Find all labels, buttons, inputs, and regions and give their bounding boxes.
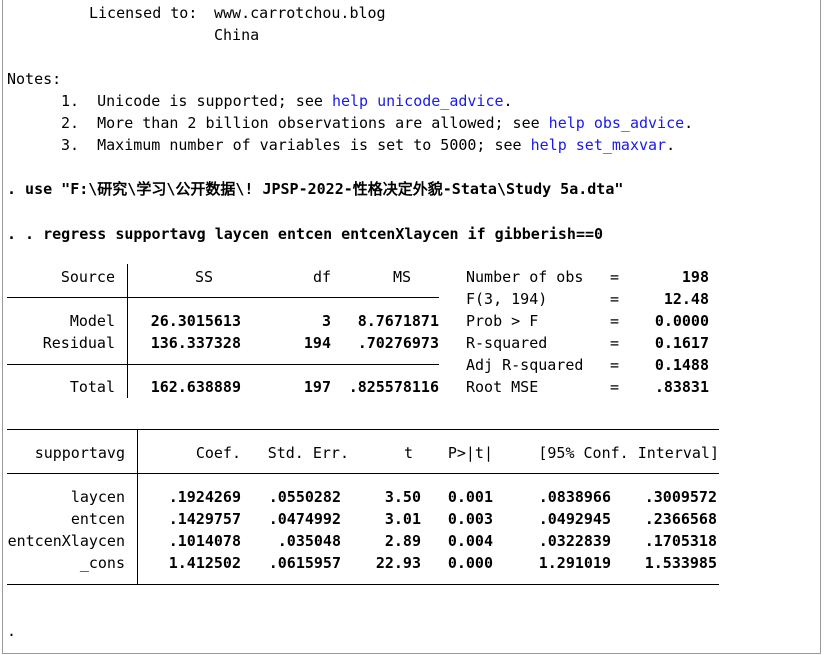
coef-ci-lo: 1.291019 [538, 554, 611, 572]
coef-se: .0474992 [268, 510, 341, 528]
coef-t: 3.01 [384, 510, 421, 528]
coef-var: entcen [70, 510, 125, 528]
license-site: www.carrotchou.blog [214, 4, 386, 22]
coef-p: 0.003 [447, 510, 493, 528]
coef-se: .0550282 [268, 488, 341, 506]
stat-eq: = [610, 312, 620, 330]
anova-total-ss: 162.638889 [150, 378, 241, 396]
results-window: Licensed to: www.carrotchou.blog China N… [2, 0, 821, 654]
stat-label: Root MSE [466, 378, 539, 396]
regress-command: . . regress supportavg laycen entcen ent… [7, 225, 604, 243]
anova-total-ms: .825578116 [348, 378, 439, 396]
anova-ss: 26.3015613 [150, 312, 241, 330]
stat-eq: = [610, 378, 620, 396]
coef-header-se: Std. Err. [267, 444, 349, 462]
note-number: 1. [61, 92, 80, 110]
coef-t: 2.89 [384, 532, 421, 550]
stat-value: 12.48 [663, 290, 709, 308]
use-command: . use "F:\研究\学习\公开数据\! JPSP-2022-性格决定外貌-… [7, 180, 624, 198]
coef-value: .1429757 [168, 510, 241, 528]
stat-value: 0.1488 [654, 356, 709, 374]
note-text: Maximum number of variables is set to 50… [97, 136, 522, 154]
note-text: Unicode is supported; see [97, 92, 323, 110]
stat-value: 198 [681, 268, 709, 286]
coef-p: 0.000 [447, 554, 493, 572]
coef-var: laycen [70, 488, 125, 506]
stat-eq: = [610, 334, 620, 352]
coef-value: .1924269 [168, 488, 241, 506]
help-link[interactable]: help set_maxvar [531, 136, 666, 154]
help-link[interactable]: help obs_advice [549, 114, 684, 132]
coef-ci-hi: .2366568 [644, 510, 717, 528]
coef-header-coef: Coef. [195, 444, 241, 462]
coef-se: .0615957 [268, 554, 341, 572]
coef-header-var: supportavg [34, 444, 125, 462]
note-number: 2. [61, 114, 80, 132]
coef-ci-hi: .1705318 [644, 532, 717, 550]
coef-header-p: P>|t| [447, 444, 493, 462]
coef-rule [7, 584, 719, 585]
anova-rule [7, 297, 439, 298]
anova-header-ms: MS [392, 268, 411, 286]
coef-ci-lo: .0492945 [538, 510, 611, 528]
stat-label: Prob > F [466, 312, 539, 330]
note-tail: . [684, 114, 694, 132]
anova-ms: 8.7671871 [357, 312, 439, 330]
coef-value: .1014078 [168, 532, 241, 550]
notes-heading: Notes: [7, 70, 62, 88]
stat-value: 0.0000 [654, 312, 709, 330]
note-tail: . [503, 92, 513, 110]
coef-t: 3.50 [384, 488, 421, 506]
anova-source: Model [69, 312, 115, 330]
coef-rule [7, 473, 719, 474]
coef-ci-lo: .0322839 [538, 532, 611, 550]
anova-df: 194 [303, 334, 331, 352]
coef-se: .035048 [277, 532, 341, 550]
coef-value: 1.412502 [168, 554, 241, 572]
note-text: More than 2 billion observations are all… [97, 114, 540, 132]
anova-header-source: Source [60, 268, 115, 286]
note-number: 3. [61, 136, 80, 154]
stat-label: Adj R-squared [466, 356, 584, 374]
anova-ss: 136.337328 [150, 334, 241, 352]
stat-label: Number of obs [466, 268, 584, 286]
note-item: 2. More than 2 billion observations are … [61, 112, 693, 134]
anova-source: Residual [42, 334, 115, 352]
anova-divider [127, 264, 128, 398]
license-country: China [214, 26, 260, 44]
stat-eq: = [610, 290, 620, 308]
stat-label: F(3, 194) [466, 290, 548, 308]
note-item: 1. Unicode is supported; see help unicod… [61, 90, 513, 112]
coef-ci-hi: .3009572 [644, 488, 717, 506]
anova-total-source: Total [69, 378, 115, 396]
coef-ci-lo: .0838966 [538, 488, 611, 506]
coef-header-ci: [95% Conf. Interval] [538, 444, 719, 462]
coef-p: 0.001 [447, 488, 493, 506]
anova-rule [7, 364, 439, 365]
anova-total-df: 197 [303, 378, 331, 396]
coef-rule [7, 429, 719, 430]
stat-value: .83831 [654, 378, 709, 396]
coef-var: entcenXlaycen [7, 532, 125, 550]
stat-eq: = [610, 356, 620, 374]
coef-header-t: t [403, 444, 413, 462]
stat-value: 0.1617 [654, 334, 709, 352]
coef-var: _cons [79, 554, 125, 572]
anova-header-ss: SS [194, 268, 213, 286]
coef-p: 0.004 [447, 532, 493, 550]
stat-eq: = [610, 268, 620, 286]
note-item: 3. Maximum number of variables is set to… [61, 134, 675, 156]
command-prompt: . [7, 622, 17, 640]
help-link[interactable]: help unicode_advice [332, 92, 504, 110]
coef-ci-hi: 1.533985 [644, 554, 717, 572]
license-label: Licensed to: [89, 4, 198, 22]
coef-divider [137, 429, 138, 584]
stat-label: R-squared [466, 334, 548, 352]
note-tail: . [666, 136, 676, 154]
anova-df: 3 [321, 312, 331, 330]
anova-ms: .70276973 [357, 334, 439, 352]
coef-t: 22.93 [375, 554, 421, 572]
